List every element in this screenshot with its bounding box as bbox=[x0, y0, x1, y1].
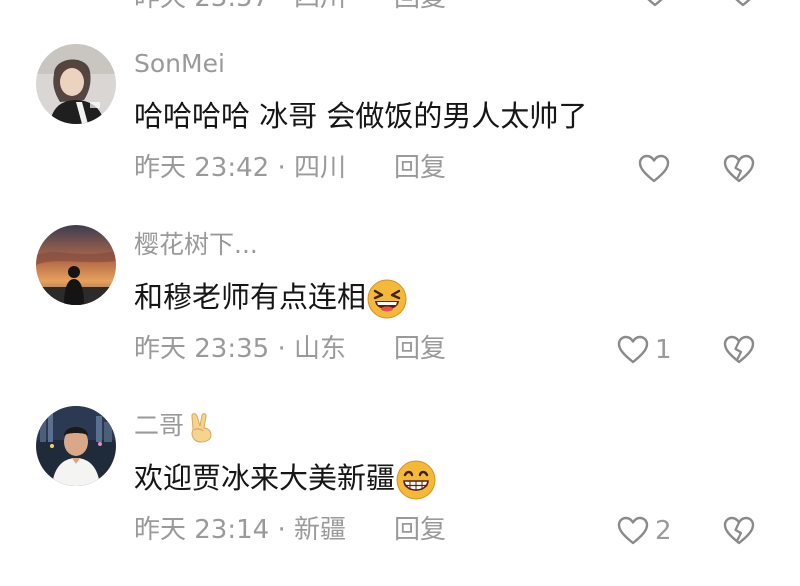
avatar[interactable] bbox=[36, 225, 116, 305]
previous-comment-meta: 昨天 23:57 · 四川 回复 bbox=[134, 0, 774, 10]
broken-heart-icon[interactable] bbox=[722, 335, 756, 365]
comment-location: 新疆 bbox=[294, 515, 347, 545]
heart-outline-icon[interactable] bbox=[639, 0, 671, 8]
laughing-squinting-emoji bbox=[367, 279, 407, 319]
comment-time: 昨天 23:35 bbox=[134, 334, 270, 364]
heart-outline-icon bbox=[617, 516, 649, 545]
comment-text-body: 和穆老师有点连相 bbox=[134, 280, 367, 314]
comment-location: 四川 bbox=[294, 153, 347, 183]
broken-heart-icon[interactable] bbox=[722, 154, 756, 184]
comment-meta: 昨天 23:42 · 四川 bbox=[134, 152, 346, 184]
like-button[interactable]: 1 bbox=[617, 333, 672, 367]
reply-button[interactable]: 回复 bbox=[394, 333, 446, 365]
comment-location: 山东 bbox=[294, 334, 347, 364]
username[interactable]: SonMei bbox=[134, 48, 225, 80]
broken-heart-icon[interactable] bbox=[722, 516, 756, 546]
user-avatar-photo bbox=[36, 406, 116, 486]
comment-time: 昨天 23:14 bbox=[134, 515, 270, 545]
separator: · bbox=[277, 334, 286, 364]
reply-button[interactable]: 回复 bbox=[394, 152, 446, 184]
grinning-emoji bbox=[396, 460, 436, 500]
comment-time: 昨天 23:42 bbox=[134, 153, 270, 183]
previous-reply-button[interactable]: 回复 bbox=[394, 0, 446, 10]
like-count: 1 bbox=[655, 335, 672, 365]
avatar[interactable] bbox=[36, 44, 116, 124]
comment-text: 欢迎贾冰来大美新疆 bbox=[134, 459, 437, 500]
separator: · bbox=[277, 515, 286, 545]
comment-text-body: 欢迎贾冰来大美新疆 bbox=[134, 461, 396, 495]
comment-text: 哈哈哈哈 冰哥 会做饭的男人太帅了 bbox=[134, 99, 588, 133]
username[interactable]: 樱花树下... bbox=[134, 229, 258, 261]
comment-item: 二哥 欢迎贾冰来大美新疆 昨天 23:14 · 新疆 回复 2 bbox=[0, 406, 800, 586]
user-avatar-photo bbox=[36, 225, 116, 305]
comment-meta: 昨天 23:35 · 山东 bbox=[134, 333, 346, 365]
like-count: 2 bbox=[655, 516, 672, 546]
like-button[interactable] bbox=[638, 152, 676, 186]
avatar[interactable] bbox=[36, 406, 116, 486]
heart-outline-icon bbox=[617, 335, 649, 364]
user-avatar-photo bbox=[36, 44, 116, 124]
broken-heart-icon[interactable] bbox=[726, 0, 760, 8]
comment-meta: 昨天 23:14 · 新疆 bbox=[134, 514, 346, 546]
comment-item: SonMei 哈哈哈哈 冰哥 会做饭的男人太帅了 昨天 23:42 · 四川 回… bbox=[0, 44, 800, 224]
reply-button[interactable]: 回复 bbox=[394, 514, 446, 546]
username[interactable]: 二哥 bbox=[134, 410, 216, 443]
like-button[interactable]: 2 bbox=[617, 514, 672, 548]
comment-text: 和穆老师有点连相 bbox=[134, 278, 408, 319]
heart-outline-icon bbox=[638, 154, 670, 183]
separator: · bbox=[277, 153, 286, 183]
victory-hand-emoji bbox=[191, 413, 212, 443]
username-text: 二哥 bbox=[134, 411, 185, 440]
comment-item: 樱花树下... 和穆老师有点连相 昨天 23:35 · 山东 回复 1 bbox=[0, 225, 800, 405]
previous-comment-meta-text: 昨天 23:57 · 四川 bbox=[134, 0, 346, 10]
